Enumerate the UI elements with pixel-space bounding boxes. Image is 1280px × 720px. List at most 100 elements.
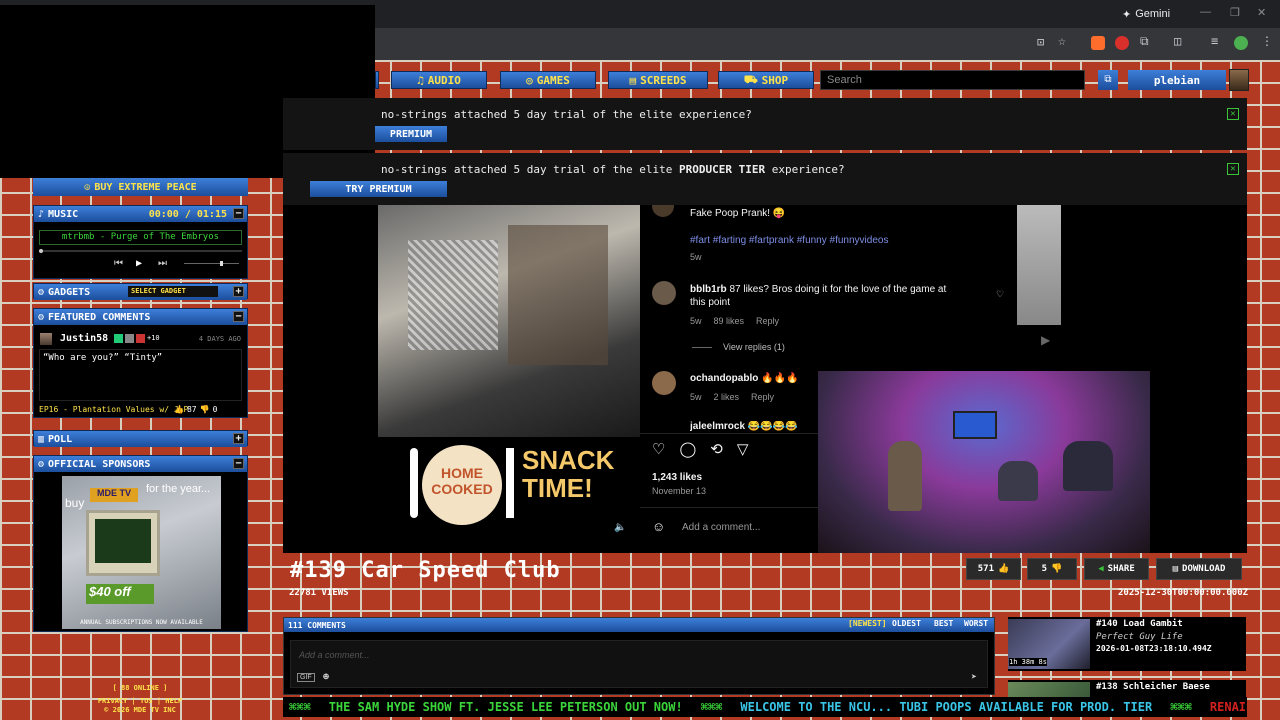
gadget-select[interactable]: SELECT GADGET [128,286,218,297]
video-icon[interactable]: ▶ [1041,333,1050,347]
volume-slider[interactable] [184,261,239,266]
emoji-icon[interactable]: ☻ [323,672,329,683]
ig-add-comment[interactable]: Add a comment... [682,522,760,533]
caption-title: Fake Poop Prank! 😝 [690,208,786,219]
ticker-separator: ⌘⌘⌘ [1170,700,1192,714]
send-icon[interactable]: ▽ [737,440,749,458]
sparkle-icon: ✦ [1122,8,1132,21]
try-premium-button[interactable]: TRY PREMIUM [310,181,447,197]
add-icon[interactable]: + [233,433,244,444]
close-window-icon[interactable]: ✕ [1257,6,1266,19]
comment-input[interactable]: Add a comment... GIF ☻ ➤ [290,640,988,688]
gadgets-header: ⚙ GADGETS SELECT GADGET + [34,284,247,300]
track-progress-bar[interactable] [39,249,242,253]
volume-knob[interactable] [220,261,224,266]
document-icon: ▤ [629,73,637,87]
banner-text: no-strings attached 5 day trial of the e… [381,163,845,176]
gif-button[interactable]: GIF [297,673,315,682]
video-player[interactable]: HOME COOKED SNACK TIME! 🔈 Fake Poop Pran… [283,205,1247,553]
play-icon[interactable]: ▶ [136,258,142,269]
sort-best[interactable]: BEST [934,619,953,628]
extension-icon[interactable] [1115,36,1129,50]
music-panel: ♪ MUSIC 00:00 / 01:15 − mtrbmb - Purge o… [33,205,248,279]
download-icon: ▤ [1172,564,1179,574]
nav-audio[interactable]: ♫ AUDIO [391,71,487,89]
sort-worst[interactable]: WORST [964,619,988,628]
sponsors-panel: ⚙ OFFICIAL SPONSORS − buy MDE TV for the… [33,455,248,632]
download-button[interactable]: ▤ DOWNLOAD [1156,558,1242,580]
sponsor-ad[interactable]: buy MDE TV for the year... $40 off ANNUA… [62,476,221,629]
emoji-icon[interactable]: ☺ [652,519,665,534]
featured-header: ⚙ FEATURED COMMENTS − [34,309,247,325]
ig-comment-3: jaleelmrock 😂😂😂😂 [690,421,798,431]
like-button[interactable]: 571 👍 [966,558,1021,580]
nav-screeds[interactable]: ▤ SCREEDS [608,71,708,89]
related-video[interactable]: 1h 38m 8s #140 Load Gambit Perfect Guy L… [1008,617,1246,671]
search-input[interactable]: Search [820,70,1085,90]
snack-time-graphic: HOME COOKED SNACK TIME! 🔈 [400,438,640,548]
related-video[interactable]: #138 Schleicher Baese [1008,680,1246,697]
episode-link[interactable]: EP16 - Plantation Values w/ JLP [39,405,188,414]
comment-icon[interactable]: ◯ [679,440,696,458]
close-icon[interactable]: ✕ [1227,108,1239,120]
add-icon[interactable]: + [233,286,244,297]
ig-actions: ♡ ◯ ⟲ ▽ [652,440,748,458]
producer-banner: no-strings attached 5 day trial of the e… [283,153,1247,205]
gemini-label: Gemini [1135,8,1171,20]
comment-username[interactable]: Justin58 [60,333,108,344]
restore-icon[interactable]: ❐ [1230,6,1240,19]
poll-header[interactable]: ▥ POLL + [34,431,247,447]
share-button[interactable]: ◀ SHARE [1084,558,1149,580]
collapse-icon[interactable]: − [233,458,244,469]
reply-link[interactable]: Reply [751,392,774,402]
gemini-button[interactable]: ✦ Gemini [1122,6,1178,22]
avatar[interactable] [1229,69,1249,91]
track-progress-handle[interactable] [39,249,43,253]
avatar [40,333,52,345]
music-note-icon: ♫ [417,73,424,87]
dislike-button[interactable]: 5 👎 [1027,558,1077,580]
online-count: [ 88 ONLINE ] [112,684,168,692]
gear-icon: ⚙ [38,458,45,470]
comment-votes: 👍 87 👎 0 [174,405,218,414]
profile-avatar[interactable] [1234,36,1248,50]
hashtags[interactable]: #fart #farting #fartprank #funny #funnyv… [690,235,888,246]
sort-newest[interactable]: [NEWEST] [848,619,887,628]
host-figure [888,441,922,511]
more-menu-icon[interactable]: ⋮ [1261,34,1273,48]
premium-button[interactable]: PREMIUM [375,126,447,142]
view-replies-link[interactable]: View replies (1) [723,342,785,352]
tab-search-icon[interactable]: ≡ [1211,34,1218,48]
send-icon[interactable]: ➤ [971,672,977,683]
notification-icon[interactable]: ⧉ [1098,70,1118,90]
reply-link[interactable]: Reply [756,316,779,326]
install-icon[interactable]: ⊡ [1037,35,1044,49]
puzzle-icon[interactable]: ⧉ [1140,34,1149,49]
nav-shop[interactable]: ⛟ SHOP [718,71,814,89]
nav-games[interactable]: ◎ GAMES [500,71,596,89]
heart-icon[interactable]: ♡ [996,289,1004,300]
footer-links[interactable]: PRIVACY | TOS | HELP [70,697,210,705]
minimize-icon[interactable]: — [1200,6,1211,18]
extension-icon[interactable] [1091,36,1105,50]
star-icon[interactable]: ☆ [1058,34,1066,49]
home-cooked-label: HOME COOKED [422,445,502,525]
user-menu-button[interactable]: plebian [1128,70,1226,90]
repost-icon[interactable]: ⟲ [710,440,723,458]
heart-icon[interactable]: ♡ [652,440,665,458]
discount-badge: $40 off [86,584,154,604]
collapse-icon[interactable]: − [233,208,244,219]
volume-icon[interactable]: 🔈 [614,522,626,533]
comments-section: 111 COMMENTS [NEWEST] OLDEST BEST WORST … [283,617,995,695]
cart-icon: ⛟ [743,72,758,86]
sort-oldest[interactable]: OLDEST [892,619,921,628]
buy-peace-button[interactable]: ☮ BUY EXTREME PEACE [33,178,248,196]
sidepanel-icon[interactable]: ◫ [1174,34,1181,48]
thumbs-up-icon[interactable]: 👍 [174,405,184,414]
thumbs-down-icon[interactable]: 👎 [200,405,210,414]
next-icon[interactable]: ⏭ [158,258,167,269]
close-icon[interactable]: ✕ [1227,163,1239,175]
prev-icon[interactable]: ⏮ [114,258,123,269]
avatar [652,205,674,217]
collapse-icon[interactable]: − [233,311,244,322]
